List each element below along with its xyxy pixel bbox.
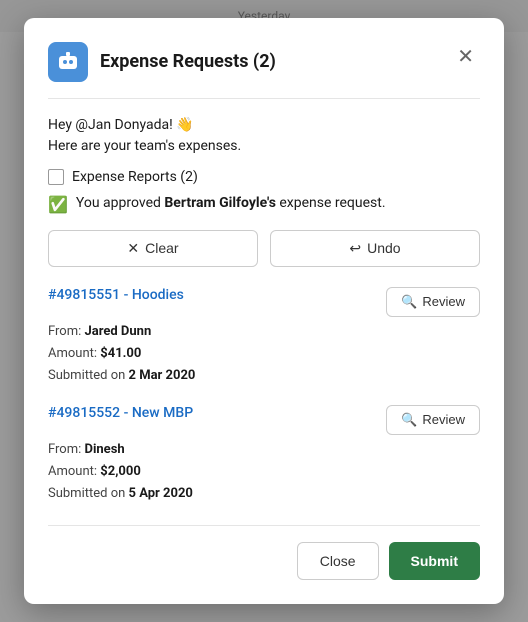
expense-submitted-1: Submitted on 2 Mar 2020: [48, 365, 480, 387]
submit-button[interactable]: Submit: [389, 542, 480, 580]
modal-footer: Close Submit: [48, 525, 480, 580]
expense-item-2: #49815552 - New MBP 🔍 Review From: Dines…: [48, 405, 480, 505]
undo-button[interactable]: ↩ Undo: [270, 230, 480, 267]
expense-link-1[interactable]: #49815551 - Hoodies: [48, 287, 184, 303]
action-buttons-row: ✕ Clear ↩ Undo: [48, 230, 480, 267]
clear-label: Clear: [145, 240, 178, 256]
approved-row: ✅ You approved Bertram Gilfoyle's expens…: [48, 195, 480, 216]
review-search-icon-2: 🔍: [401, 412, 417, 428]
expense-amount-1: Amount: $41.00: [48, 343, 480, 365]
close-button[interactable]: Close: [297, 542, 379, 580]
greeting-line2: Here are your team's expenses.: [48, 136, 480, 157]
modal-header: Expense Requests (2) ✕: [48, 42, 480, 82]
checkmark-icon: ✅: [48, 195, 68, 216]
expense-item-1: #49815551 - Hoodies 🔍 Review From: Jared…: [48, 287, 480, 387]
review-label-2: Review: [422, 412, 465, 427]
checkbox-icon: [48, 169, 64, 185]
undo-icon: ↩: [349, 240, 361, 257]
bot-svg: [56, 50, 80, 74]
expense-from-2: From: Dinesh: [48, 439, 480, 461]
expense-details-1: From: Jared Dunn Amount: $41.00 Submitte…: [48, 321, 480, 387]
expense-item-1-header: #49815551 - Hoodies 🔍 Review: [48, 287, 480, 317]
close-x-button[interactable]: ✕: [451, 42, 480, 71]
expense-amount-2: Amount: $2,000: [48, 461, 480, 483]
bot-icon: [48, 42, 88, 82]
expense-from-1: From: Jared Dunn: [48, 321, 480, 343]
expense-requests-modal: Expense Requests (2) ✕ Hey @Jan Donyada!…: [24, 18, 504, 604]
undo-label: Undo: [367, 240, 400, 256]
approved-text: You approved Bertram Gilfoyle's expense …: [76, 195, 386, 211]
greeting-block: Hey @Jan Donyada! 👋 Here are your team's…: [48, 115, 480, 157]
review-button-2[interactable]: 🔍 Review: [386, 405, 480, 435]
expense-submitted-2: Submitted on 5 Apr 2020: [48, 483, 480, 505]
expense-item-2-header: #49815552 - New MBP 🔍 Review: [48, 405, 480, 435]
expense-link-2[interactable]: #49815552 - New MBP: [48, 405, 193, 421]
expense-reports-label: Expense Reports (2): [72, 169, 198, 185]
review-search-icon-1: 🔍: [401, 294, 417, 310]
review-button-1[interactable]: 🔍 Review: [386, 287, 480, 317]
header-divider: [48, 98, 480, 99]
review-label-1: Review: [422, 294, 465, 309]
expense-details-2: From: Dinesh Amount: $2,000 Submitted on…: [48, 439, 480, 505]
modal-title: Expense Requests (2): [100, 51, 480, 72]
clear-button[interactable]: ✕ Clear: [48, 230, 258, 267]
approved-name: Bertram Gilfoyle's: [164, 195, 276, 211]
clear-x-icon: ✕: [127, 240, 139, 257]
expense-reports-row: Expense Reports (2): [48, 169, 480, 185]
greeting-line1: Hey @Jan Donyada! 👋: [48, 115, 480, 136]
